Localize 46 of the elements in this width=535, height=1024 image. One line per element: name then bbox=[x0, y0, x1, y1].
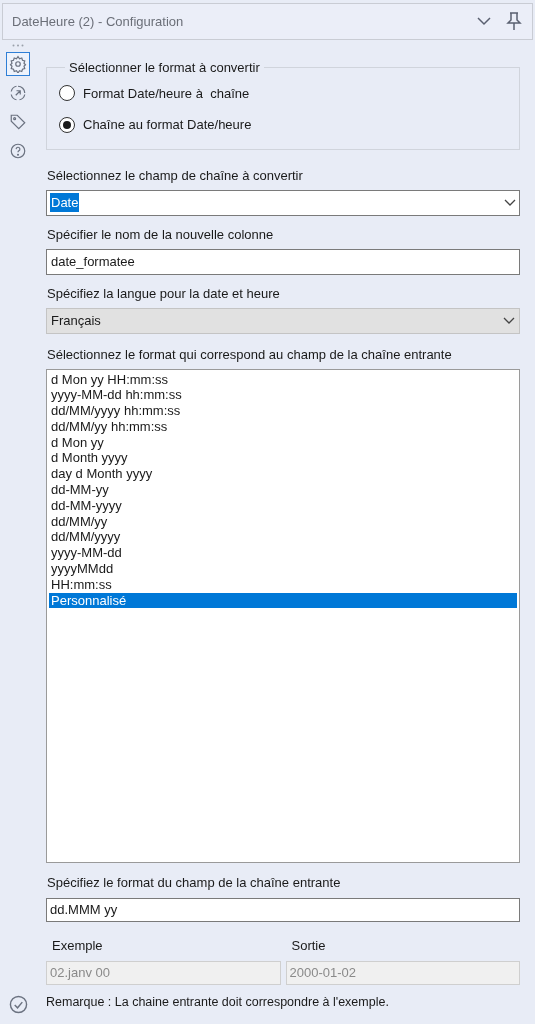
settings-icon bbox=[9, 55, 27, 73]
field-select[interactable]: Date bbox=[46, 189, 520, 216]
field-label: Sélectionnez le champ de chaîne à convertir bbox=[47, 167, 304, 184]
tag-icon bbox=[9, 113, 27, 131]
radio-button[interactable] bbox=[59, 85, 75, 102]
list-item[interactable]: dd/MM/yy bbox=[49, 513, 517, 530]
check-circle-icon bbox=[8, 995, 28, 1014]
circle-arrow-icon bbox=[9, 84, 27, 102]
select-value: Date bbox=[50, 192, 80, 213]
output-label: Sortie bbox=[291, 937, 327, 954]
list-item[interactable]: dd/MM/yyyy bbox=[49, 529, 517, 546]
more-icon bbox=[12, 44, 24, 47]
help-icon bbox=[9, 142, 27, 160]
column-name-field[interactable]: date_formatee bbox=[46, 248, 520, 275]
list-item[interactable]: d Mon yy bbox=[49, 434, 517, 451]
chevron-down-icon bbox=[477, 17, 491, 26]
group-legend: Sélectionner le format à convertir bbox=[65, 58, 264, 78]
list-item[interactable]: d Mon yy HH:mm:ss bbox=[49, 371, 517, 388]
list-item[interactable]: Personnalisé bbox=[49, 592, 517, 609]
field-label: Spécifiez la langue pour la date et heure bbox=[47, 285, 281, 302]
select-value: Français bbox=[51, 311, 101, 330]
radio-option[interactable]: Format Date/heure à chaîne bbox=[59, 83, 507, 103]
list-item[interactable]: d Month yyyy bbox=[49, 450, 517, 467]
list-item[interactable]: dd/MM/yyyy hh:mm:ss bbox=[49, 403, 517, 419]
list-item[interactable]: yyyy-MM-dd bbox=[49, 545, 517, 562]
pin-button[interactable] bbox=[505, 11, 523, 32]
remark-text: Remarque : La chaine entrante doit correspondre à l'exemple. bbox=[46, 993, 390, 1011]
list-item[interactable]: dd-MM-yyyy bbox=[49, 497, 517, 514]
list-item[interactable]: yyyyMMdd bbox=[49, 561, 517, 577]
radio-option[interactable]: Chaîne au format Date/heure bbox=[59, 115, 507, 135]
example-label: Exemple bbox=[52, 937, 104, 954]
field-label: Sélectionnez le format qui correspond au champ de la chaîne entrante bbox=[47, 346, 453, 363]
chevron-down-icon bbox=[503, 316, 515, 325]
pin-icon bbox=[506, 12, 522, 31]
list-item[interactable]: dd-MM-yy bbox=[49, 482, 517, 498]
list-item[interactable]: dd/MM/yy hh:mm:ss bbox=[49, 418, 517, 435]
format-field[interactable]: dd.MMM yy bbox=[46, 897, 520, 922]
list-item[interactable]: HH:mm:ss bbox=[49, 576, 517, 593]
sidebar-tab[interactable] bbox=[6, 52, 30, 76]
field-label: Spécifiez le format du champ de la chaîne entrante bbox=[47, 874, 342, 891]
list-item[interactable]: day d Month yyyy bbox=[49, 466, 517, 483]
list-item[interactable]: yyyy-MM-dd hh:mm:ss bbox=[49, 387, 517, 404]
chevron-down-icon bbox=[504, 198, 516, 207]
panel-title: DateHeure (2) - Configuration bbox=[12, 12, 185, 31]
field-label: Spécifier le nom de la nouvelle colonne bbox=[47, 226, 275, 243]
radio-button[interactable] bbox=[59, 116, 75, 133]
